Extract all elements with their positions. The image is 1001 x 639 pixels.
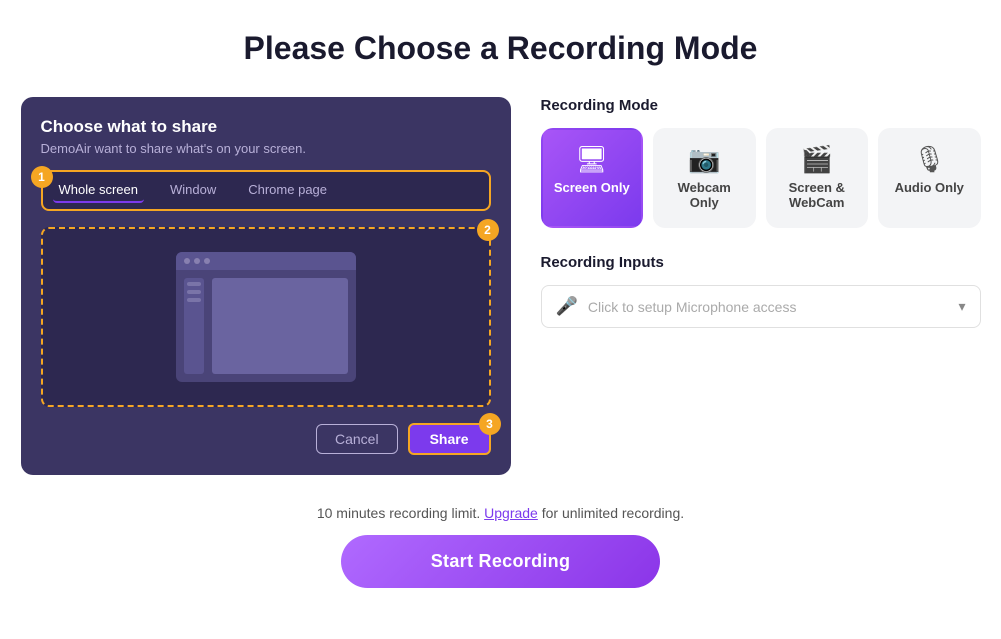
- mode-card-audio-only[interactable]: 🎙 Audio Only: [878, 128, 981, 228]
- mode-cards: 🖥 Screen Only 📷 Webcam Only 🎬 Screen & W…: [541, 128, 981, 228]
- upgrade-link[interactable]: Upgrade: [484, 505, 538, 521]
- mode-card-screen-only[interactable]: 🖥 Screen Only: [541, 128, 644, 228]
- tab-whole-screen[interactable]: Whole screen: [53, 178, 144, 203]
- limit-prefix: 10 minutes recording limit.: [317, 505, 480, 521]
- screen-only-icon: 🖥: [575, 146, 608, 172]
- share-button-wrapper: 3 Share: [408, 423, 491, 455]
- bottom-section: 10 minutes recording limit. Upgrade for …: [20, 505, 981, 588]
- tab-window[interactable]: Window: [164, 178, 222, 203]
- screen-webcam-icon: 🎬: [801, 146, 833, 172]
- sidebar-line-1: [187, 282, 201, 286]
- tab-chrome-page[interactable]: Chrome page: [242, 178, 333, 203]
- step-badge-1: 1: [31, 166, 53, 188]
- microphone-icon: 🎤: [556, 296, 578, 317]
- right-panel: Recording Mode 🖥 Screen Only 📷 Webcam On…: [541, 97, 981, 348]
- recording-inputs-label: Recording Inputs: [541, 254, 981, 271]
- preview-dot-1: [184, 258, 190, 264]
- panel-subtitle: DemoAir want to share what's on your scr…: [41, 141, 491, 156]
- sidebar-line-2: [187, 290, 201, 294]
- chevron-down-icon: ▾: [958, 298, 965, 315]
- main-content: Choose what to share DemoAir want to sha…: [21, 97, 981, 475]
- tabs-section: 1 Whole screen Window Chrome page: [41, 170, 491, 211]
- tabs-row: Whole screen Window Chrome page: [41, 170, 491, 211]
- preview-section: 2: [41, 227, 491, 407]
- sidebar-line-3: [187, 298, 201, 302]
- preview-body: [176, 270, 356, 382]
- audio-only-label: Audio Only: [895, 180, 964, 195]
- share-button[interactable]: Share: [408, 423, 491, 455]
- mode-card-webcam-only[interactable]: 📷 Webcam Only: [653, 128, 756, 228]
- screen-only-label: Screen Only: [554, 180, 630, 195]
- preview-dot-2: [194, 258, 200, 264]
- preview-sidebar: [184, 278, 204, 374]
- recording-mode-label: Recording Mode: [541, 97, 981, 114]
- cancel-button[interactable]: Cancel: [316, 424, 398, 454]
- limit-suffix: for unlimited recording.: [542, 505, 684, 521]
- screen-webcam-label: Screen & WebCam: [778, 180, 857, 210]
- audio-only-icon: 🎙: [913, 146, 946, 172]
- microphone-dropdown[interactable]: 🎤 Click to setup Microphone access ▾: [541, 285, 981, 328]
- recording-inputs-section: Recording Inputs 🎤 Click to setup Microp…: [541, 254, 981, 328]
- step-badge-3: 3: [479, 413, 501, 435]
- start-recording-button[interactable]: Start Recording: [341, 535, 661, 588]
- panel-title: Choose what to share: [41, 117, 491, 137]
- screen-preview: [176, 252, 356, 382]
- panel-actions: Cancel 3 Share: [41, 423, 491, 455]
- step-badge-2: 2: [477, 219, 499, 241]
- webcam-only-icon: 📷: [688, 146, 720, 172]
- page-title: Please Choose a Recording Mode: [244, 30, 758, 67]
- mode-card-screen-webcam[interactable]: 🎬 Screen & WebCam: [766, 128, 869, 228]
- screen-share-panel: Choose what to share DemoAir want to sha…: [21, 97, 511, 475]
- mic-placeholder-text: Click to setup Microphone access: [588, 299, 949, 315]
- webcam-only-label: Webcam Only: [665, 180, 744, 210]
- preview-topbar: [176, 252, 356, 270]
- preview-dot-3: [204, 258, 210, 264]
- limit-text: 10 minutes recording limit. Upgrade for …: [317, 505, 684, 521]
- preview-main-area: [212, 278, 348, 374]
